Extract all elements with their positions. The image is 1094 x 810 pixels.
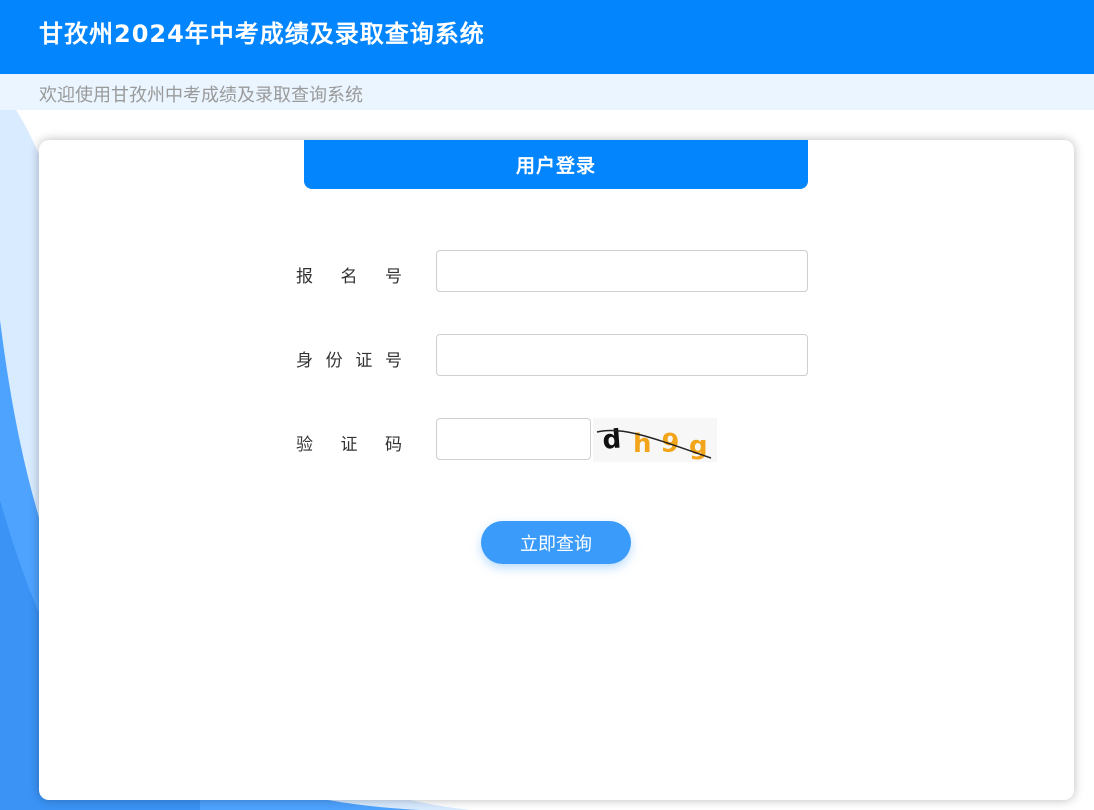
captcha-label: 验证码 — [296, 435, 402, 455]
submit-query-button[interactable]: 立即查询 — [481, 521, 631, 564]
captcha-input[interactable] — [436, 418, 591, 460]
page-title: 甘孜州2024年中考成绩及录取查询系统 — [39, 20, 485, 48]
welcome-text: 欢迎使用甘孜州中考成绩及录取查询系统 — [39, 85, 363, 106]
captcha-glyph-1: d — [602, 424, 623, 455]
id-number-input[interactable] — [436, 334, 808, 376]
login-tab-title: 用户登录 — [515, 155, 596, 177]
registration-number-input[interactable] — [436, 250, 808, 292]
login-tab-header: 用户登录 — [304, 140, 808, 189]
registration-number-label: 报名号 — [296, 267, 402, 287]
id-number-label: 身份证号 — [296, 351, 402, 371]
captcha-image[interactable]: d h 9 g — [593, 418, 717, 462]
login-card: 用户登录 报名号 身份证号 验证码 d h 9 g 立即查询 — [39, 140, 1074, 800]
